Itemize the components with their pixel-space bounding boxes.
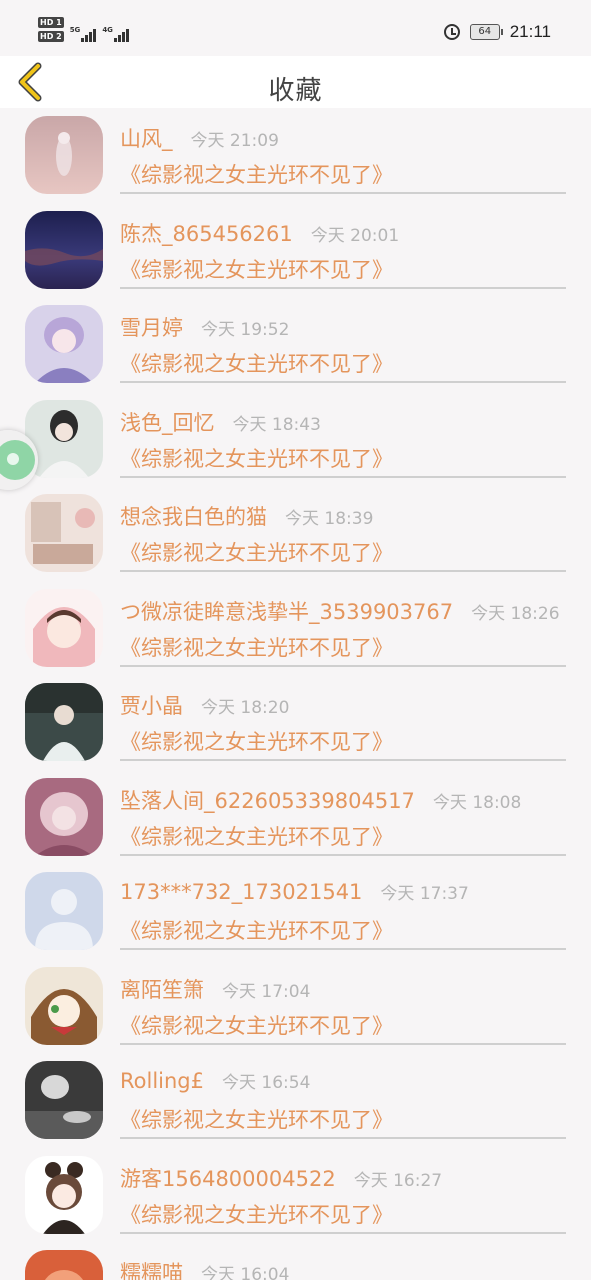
timestamp: 今天 18:39 [285,509,374,529]
avatar[interactable] [25,777,103,856]
alarm-icon [443,24,460,40]
username[interactable]: 贾小晶 [120,690,183,720]
username[interactable]: Rolling£ [120,1069,204,1093]
timestamp: 今天 16:54 [222,1073,311,1093]
list-item[interactable]: 贾小晶 今天 18:20 《综影视之女主光环不见了》 [0,675,591,770]
list-item[interactable]: 陈杰_865456261 今天 20:01 《综影视之女主光环不见了》 [0,203,591,298]
book-title[interactable]: 《综影视之女主光环不见了》 [120,443,393,473]
divider [120,1042,566,1045]
username[interactable]: 雪月婷 [120,312,183,342]
timestamp: 今天 19:52 [201,320,290,340]
list-item[interactable]: 糯糯喵 今天 16:04 [0,1242,591,1280]
username[interactable]: つ微凉徒眸意浅挚半_3539903767 [120,596,453,626]
list-item[interactable]: 坠落人间_622605339804517 今天 18:08 《综影视之女主光环不… [0,770,591,865]
username[interactable]: 离陌笙箫 [120,974,204,1004]
book-title[interactable]: 《综影视之女主光环不见了》 [120,537,393,567]
list-item[interactable]: 想念我白色的猫 今天 18:39 《综影视之女主光环不见了》 [0,486,591,581]
book-title[interactable]: 《综影视之女主光环不见了》 [120,915,393,945]
signal-4g-icon: 4G [102,26,129,42]
avatar[interactable] [25,305,103,383]
book-title[interactable]: 《综影视之女主光环不见了》 [120,254,393,284]
avatar[interactable] [25,1250,103,1280]
book-title[interactable]: 《综影视之女主光环不见了》 [120,348,393,378]
timestamp: 今天 21:09 [190,131,279,151]
page-title: 收藏 [268,76,323,106]
book-title[interactable]: 《综影视之女主光环不见了》 [120,726,393,756]
assistant-icon [0,440,35,480]
status-bar: HD 1 HD 2 5G 4G 64 21:11 [0,0,591,56]
username[interactable]: 陈杰_865456261 [120,218,293,248]
avatar[interactable] [25,494,103,572]
book-title[interactable]: 《综影视之女主光环不见了》 [120,1199,393,1229]
timestamp: 今天 18:43 [232,414,321,435]
username[interactable]: 想念我白色的猫 [120,501,267,531]
list-item[interactable]: 山风_ 今天 21:09 《综影视之女主光环不见了》 [0,108,591,203]
timestamp: 今天 16:27 [353,1170,443,1191]
list-item[interactable]: 离陌笙箫 今天 17:04 《综影视之女主光环不见了》 [0,959,591,1054]
timestamp: 今天 17:04 [222,981,311,1002]
timestamp: 今天 20:01 [310,225,400,246]
timestamp: 今天 17:37 [380,884,469,904]
list-item[interactable]: 浅色_回忆 今天 18:43 《综影视之女主光环不见了》 [0,392,591,487]
book-title[interactable]: 《综影视之女主光环不见了》 [120,821,393,851]
divider [120,381,566,383]
avatar[interactable] [25,1155,103,1234]
username[interactable]: 坠落人间_622605339804517 [120,785,415,815]
avatar[interactable] [25,683,103,761]
header: 收藏 [0,56,591,108]
divider [120,286,566,289]
timestamp: 今天 16:04 [201,1265,290,1280]
avatar[interactable] [25,1061,103,1139]
list-item[interactable]: 173***732_173021541 今天 17:37 《综影视之女主光环不见… [0,864,591,959]
hd1-indicator: HD 1 [38,17,64,28]
list-item[interactable]: つ微凉徒眸意浅挚半_3539903767 今天 18:26 《综影视之女主光环不… [0,581,591,676]
username[interactable]: 173***732_173021541 [120,880,362,904]
username[interactable]: 糯糯喵 [120,1257,183,1280]
username[interactable]: 山风_ [120,123,173,153]
divider [120,853,566,856]
list-item[interactable]: Rolling£ 今天 16:54 《综影视之女主光环不见了》 [0,1053,591,1148]
avatar[interactable] [25,966,103,1045]
divider [120,570,566,572]
book-title[interactable]: 《综影视之女主光环不见了》 [120,159,393,189]
timestamp: 今天 18:26 [471,603,560,624]
book-title[interactable]: 《综影视之女主光环不见了》 [120,1104,393,1134]
book-title[interactable]: 《综影视之女主光环不见了》 [120,1010,393,1040]
avatar[interactable] [25,116,103,194]
divider [120,1231,566,1234]
avatar[interactable] [25,210,103,289]
divider [120,664,566,667]
favorites-list: 山风_ 今天 21:09 《综影视之女主光环不见了》 陈杰_865456261 … [0,108,591,1280]
divider [120,948,566,950]
book-title[interactable]: 《综影视之女主光环不见了》 [120,632,393,662]
timestamp: 今天 18:08 [432,792,522,813]
username[interactable]: 浅色_回忆 [120,407,215,437]
username[interactable]: 游客1564800004522 [120,1163,336,1193]
avatar[interactable] [25,872,103,950]
divider [120,475,566,478]
list-item[interactable]: 游客1564800004522 今天 16:27 《综影视之女主光环不见了》 [0,1148,591,1243]
hd2-indicator: HD 2 [38,31,64,42]
battery-icon: 64 [469,24,503,40]
avatar[interactable] [25,588,103,667]
divider [120,759,566,761]
signal-5g-icon: 5G [70,26,97,42]
list-item[interactable]: 雪月婷 今天 19:52 《综影视之女主光环不见了》 [0,297,591,392]
divider [120,192,566,194]
status-time: 21:11 [509,22,551,41]
divider [120,1137,566,1139]
timestamp: 今天 18:20 [201,698,290,718]
